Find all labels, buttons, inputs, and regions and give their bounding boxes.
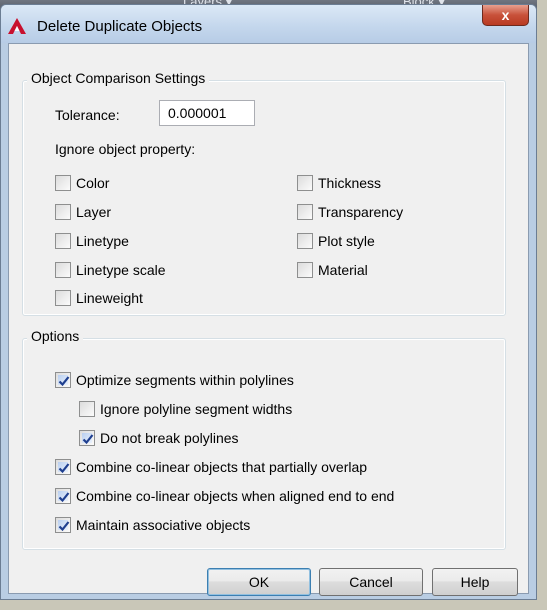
checkbox-label: Thickness xyxy=(318,175,382,191)
checkbox-label: Combine co-linear objects that partially… xyxy=(76,459,368,475)
checkbox-label: Lineweight xyxy=(76,290,143,306)
checkbox-optimize-segments[interactable]: Optimize segments within polylines xyxy=(55,372,294,388)
checkbox-box[interactable] xyxy=(297,204,313,220)
options-legend: Options xyxy=(27,328,84,344)
checkbox-box[interactable] xyxy=(55,517,71,533)
dialog-body: Object Comparison Settings Tolerance: 0.… xyxy=(8,43,529,596)
background-bottom-edge xyxy=(0,600,547,610)
checkbox-label: Color xyxy=(76,175,110,191)
close-button[interactable]: x xyxy=(482,5,529,26)
checkbox-linetype-scale[interactable]: Linetype scale xyxy=(55,262,166,278)
checkbox-label: Ignore polyline segment widths xyxy=(100,401,293,417)
dialog-title: Delete Duplicate Objects xyxy=(37,18,203,35)
checkbox-box[interactable] xyxy=(297,175,313,191)
checkbox-lineweight[interactable]: Lineweight xyxy=(55,290,143,306)
dialog-window: Delete Duplicate Objects x Object Compar… xyxy=(0,4,537,600)
checkbox-label: Transparency xyxy=(318,204,404,220)
checkbox-label: Plot style xyxy=(318,233,375,249)
check-icon xyxy=(82,434,94,445)
checkbox-box[interactable] xyxy=(55,372,71,388)
checkbox-linetype[interactable]: Linetype xyxy=(55,233,129,249)
tolerance-input[interactable]: 0.000001 xyxy=(159,100,255,126)
close-icon: x xyxy=(501,7,510,23)
checkbox-box[interactable] xyxy=(55,204,71,220)
checkbox-box[interactable] xyxy=(79,401,95,417)
checkbox-thickness[interactable]: Thickness xyxy=(297,175,381,191)
help-button[interactable]: Help xyxy=(432,568,518,596)
checkbox-layer[interactable]: Layer xyxy=(55,204,111,220)
cancel-button[interactable]: Cancel xyxy=(319,568,423,596)
checkbox-box[interactable] xyxy=(55,290,71,306)
title-bar[interactable]: Delete Duplicate Objects x xyxy=(1,5,536,43)
check-icon xyxy=(58,492,70,503)
checkbox-do-not-break[interactable]: Do not break polylines xyxy=(79,430,239,446)
checkbox-box[interactable] xyxy=(55,488,71,504)
checkbox-box[interactable] xyxy=(55,262,71,278)
checkbox-transparency[interactable]: Transparency xyxy=(297,204,403,220)
checkbox-box[interactable] xyxy=(297,233,313,249)
checkbox-combine-overlap[interactable]: Combine co-linear objects that partially… xyxy=(55,459,367,475)
checkbox-box[interactable] xyxy=(55,175,71,191)
autocad-icon xyxy=(7,17,27,35)
ignore-property-label: Ignore object property: xyxy=(55,141,196,157)
checkbox-label: Maintain associative objects xyxy=(76,517,251,533)
comparison-settings-legend: Object Comparison Settings xyxy=(27,70,210,86)
checkbox-label: Layer xyxy=(76,204,112,220)
check-icon xyxy=(58,463,70,474)
checkbox-label: Material xyxy=(318,262,368,278)
checkbox-plot-style[interactable]: Plot style xyxy=(297,233,375,249)
checkbox-material[interactable]: Material xyxy=(297,262,368,278)
tolerance-label: Tolerance: xyxy=(55,107,120,123)
checkbox-label: Combine co-linear objects when aligned e… xyxy=(76,488,395,504)
checkbox-box[interactable] xyxy=(79,430,95,446)
checkbox-combine-end-to-end[interactable]: Combine co-linear objects when aligned e… xyxy=(55,488,394,504)
checkbox-box[interactable] xyxy=(297,262,313,278)
checkbox-label: Optimize segments within polylines xyxy=(76,372,294,388)
checkbox-label: Linetype xyxy=(76,233,129,249)
checkbox-label: Do not break polylines xyxy=(100,430,239,446)
checkbox-label: Linetype scale xyxy=(76,262,166,278)
check-icon xyxy=(58,521,70,532)
checkbox-ignore-segment-widths[interactable]: Ignore polyline segment widths xyxy=(79,401,292,417)
ok-button[interactable]: OK xyxy=(207,568,311,596)
checkbox-box[interactable] xyxy=(55,459,71,475)
checkbox-maintain-associative[interactable]: Maintain associative objects xyxy=(55,517,250,533)
checkbox-color[interactable]: Color xyxy=(55,175,109,191)
checkbox-box[interactable] xyxy=(55,233,71,249)
background-right-edge xyxy=(537,0,547,610)
check-icon xyxy=(58,376,70,387)
